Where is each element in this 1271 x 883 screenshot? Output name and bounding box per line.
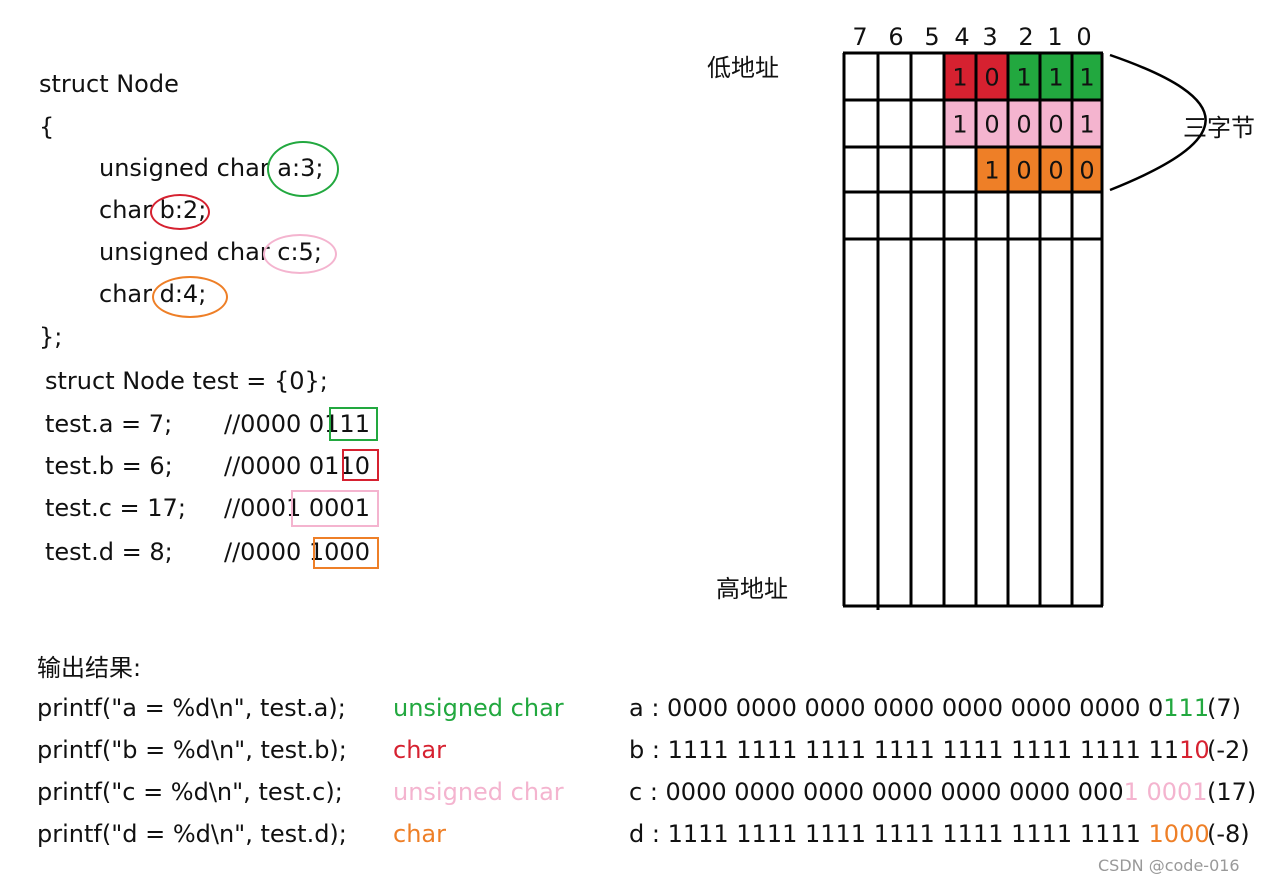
value-b: (-2) [1207, 736, 1250, 764]
bits-a-plain: a : 0000 0000 0000 0000 0000 0000 0000 0 [629, 694, 1164, 722]
printf-c: printf("c = %d\n", test.c); [37, 778, 343, 806]
bits-d: d : 1111 1111 1111 1111 1111 1111 1111 1… [629, 819, 1210, 849]
bit-value: 1 [1016, 64, 1031, 92]
type-b: char [393, 736, 446, 764]
bit-value: 0 [1048, 157, 1063, 185]
bit-value: 1 [1079, 64, 1094, 92]
bit-value: 1 [1079, 111, 1094, 139]
bit-header-7: 7 [852, 23, 867, 51]
bits-d-highlight: 1000 [1148, 820, 1210, 848]
bit-header-2: 2 [1018, 23, 1033, 51]
bit-value: 0 [984, 111, 999, 139]
bit-value: 1 [984, 157, 999, 185]
bits-b-highlight: 10 [1179, 736, 1210, 764]
bits-d-plain: d : 1111 1111 1111 1111 1111 1111 1111 [629, 820, 1149, 848]
value-a: (7) [1207, 694, 1241, 722]
output-title: 输出结果: [37, 654, 142, 682]
bit-value: 1 [952, 111, 967, 139]
bits-c-plain: c : 0000 0000 0000 0000 0000 0000 000 [629, 778, 1124, 806]
bit-header-0: 0 [1076, 23, 1091, 51]
bits-a-highlight: 111 [1163, 694, 1210, 722]
bit-value: 1 [952, 64, 967, 92]
printf-d: printf("d = %d\n", test.d); [37, 820, 347, 848]
bits-c-highlight: 1 0001 [1123, 778, 1208, 806]
bit-header-6: 6 [888, 23, 903, 51]
bit-value: 0 [1016, 157, 1031, 185]
value-d: (-8) [1207, 820, 1250, 848]
type-c: unsigned char [393, 778, 564, 806]
bit-value: 0 [1016, 111, 1031, 139]
bit-header-3: 3 [982, 23, 997, 51]
bits-c: c : 0000 0000 0000 0000 0000 0000 0001 0… [629, 777, 1208, 807]
bit-value: 0 [1048, 111, 1063, 139]
type-a: unsigned char [393, 694, 564, 722]
bit-value: 1 [1048, 64, 1063, 92]
three-bytes-brace [1109, 53, 1207, 192]
printf-b: printf("b = %d\n", test.b); [37, 736, 347, 764]
bit-header-4: 4 [954, 23, 969, 51]
bit-header-5: 5 [924, 23, 939, 51]
bits-a: a : 0000 0000 0000 0000 0000 0000 0000 0… [629, 693, 1209, 723]
bit-header-1: 1 [1047, 23, 1062, 51]
bits-b-plain: b : 1111 1111 1111 1111 1111 1111 1111 1… [629, 736, 1180, 764]
bit-value: 0 [1079, 157, 1094, 185]
bit-value: 0 [984, 64, 999, 92]
bits-b: b : 1111 1111 1111 1111 1111 1111 1111 1… [629, 735, 1210, 765]
printf-a: printf("a = %d\n", test.a); [37, 694, 346, 722]
watermark: CSDN @code-016 [1098, 856, 1240, 875]
type-d: char [393, 820, 446, 848]
value-c: (17) [1207, 778, 1257, 806]
